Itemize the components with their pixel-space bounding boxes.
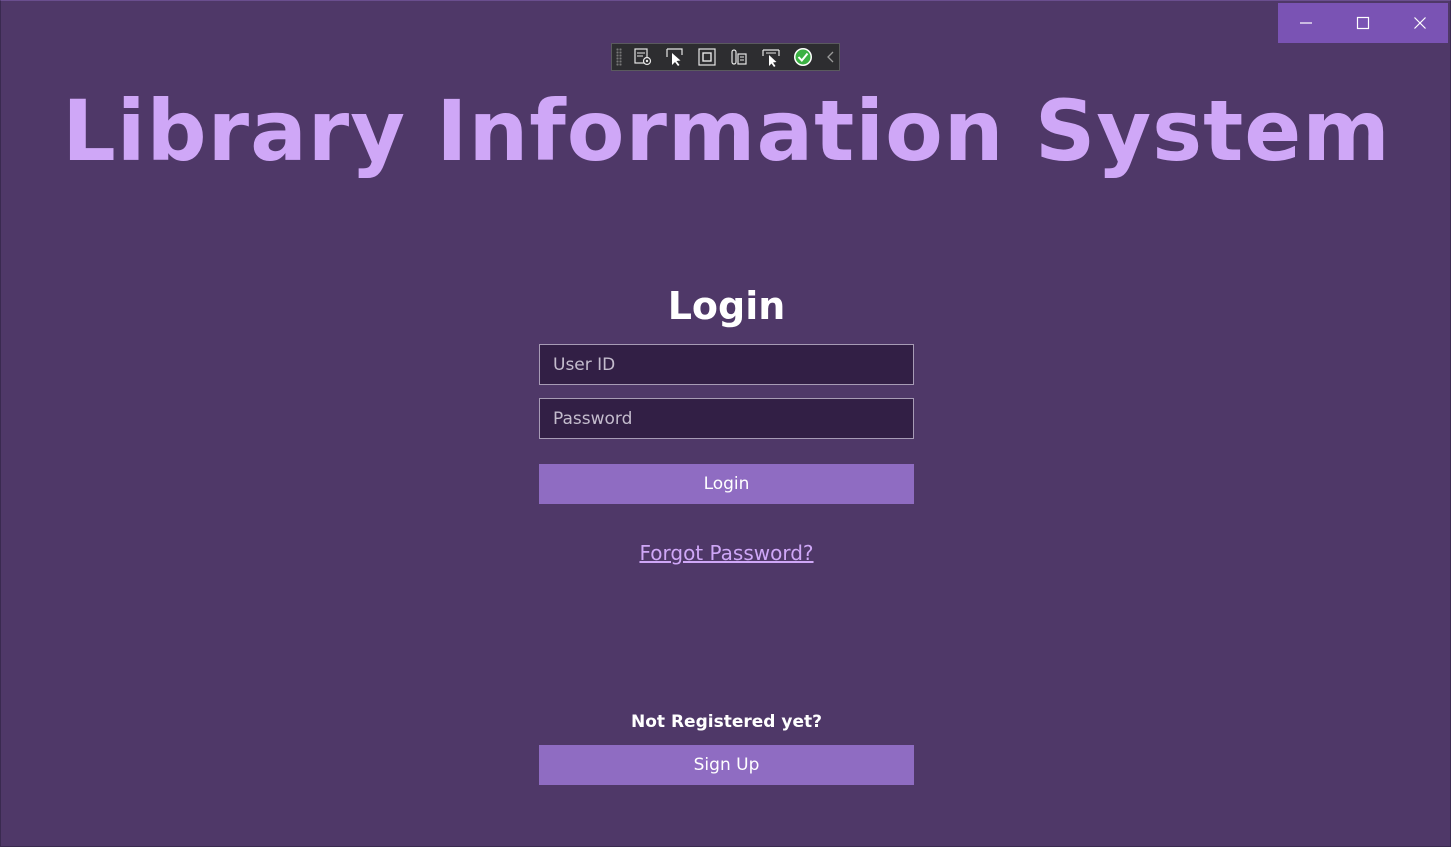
live-visual-tree-icon xyxy=(634,48,652,66)
close-icon xyxy=(1413,17,1426,29)
maximize-button[interactable] xyxy=(1335,3,1392,43)
app-window: Library Information System Login Login F… xyxy=(0,0,1451,847)
forgot-password-link[interactable]: Forgot Password? xyxy=(539,539,914,567)
xaml-debug-toolbar xyxy=(611,43,840,71)
select-element-icon xyxy=(666,48,683,66)
password-input[interactable] xyxy=(539,398,914,439)
display-layout-adorners-2-button[interactable] xyxy=(760,46,782,68)
display-layout-adorners-button[interactable] xyxy=(696,46,718,68)
collapse-toolbar-icon xyxy=(827,51,834,63)
login-button[interactable]: Login xyxy=(539,464,914,504)
minimize-icon xyxy=(1300,22,1313,24)
login-heading: Login xyxy=(667,284,786,328)
display-layout-adorners-2-icon xyxy=(762,49,780,67)
sign-up-button[interactable]: Sign Up xyxy=(539,745,914,785)
select-element-button[interactable] xyxy=(664,46,686,68)
minimize-button[interactable] xyxy=(1278,3,1335,43)
window-caption-buttons xyxy=(1278,3,1448,43)
app-title: Library Information System xyxy=(62,82,1391,180)
maximize-icon xyxy=(1356,16,1370,30)
collapse-toolbar-button[interactable] xyxy=(824,46,838,68)
display-layout-adorners-icon xyxy=(698,48,716,66)
hot-reload-check-icon xyxy=(794,48,812,66)
hot-reload-button[interactable] xyxy=(792,46,814,68)
track-focus-button[interactable] xyxy=(728,46,750,68)
close-button[interactable] xyxy=(1391,3,1448,43)
live-visual-tree-button[interactable] xyxy=(632,46,654,68)
user-id-input[interactable] xyxy=(539,344,914,385)
not-registered-label: Not Registered yet? xyxy=(631,712,822,732)
toolbar-grip[interactable] xyxy=(616,48,622,66)
track-focus-icon xyxy=(731,49,747,65)
